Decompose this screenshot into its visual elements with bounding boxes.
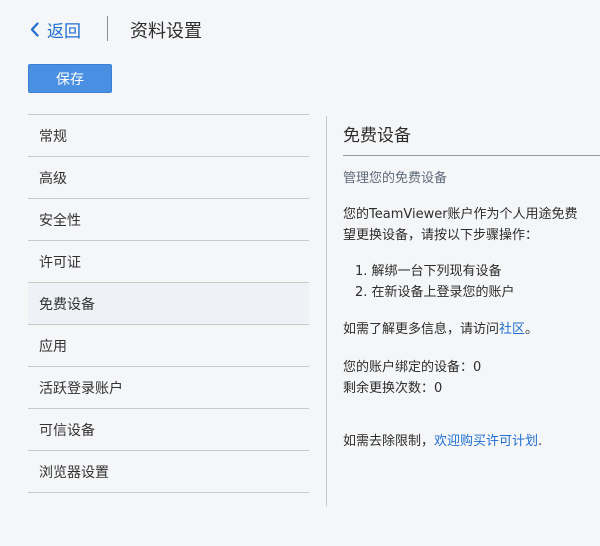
section-subheading: 管理您的免费设备: [343, 171, 448, 186]
section-title: 免费设备: [343, 126, 411, 146]
sidebar-item-advanced[interactable]: 高级: [28, 157, 309, 199]
intro-text: 您的TeamViewer账户作为个人用途免费 望更换设备，请按以下步骤操作：: [343, 204, 578, 246]
intro-line-2: 望更换设备，请按以下步骤操作：: [343, 228, 539, 243]
steps-list: 1. 解绑一台下列现有设备 2. 在新设备上登录您的账户: [355, 261, 515, 303]
sidebar-item-security[interactable]: 安全性: [28, 199, 309, 241]
limit-prefix: 如需去除限制，: [343, 434, 435, 449]
save-button[interactable]: 保存: [28, 64, 112, 93]
back-label: 返回: [47, 21, 81, 42]
panel-divider: [326, 116, 327, 506]
step-2: 2. 在新设备上登录您的账户: [355, 285, 515, 300]
limit-suffix: .: [538, 434, 543, 449]
sidebar-item-license[interactable]: 许可证: [28, 241, 309, 283]
community-link[interactable]: 社区: [499, 322, 525, 337]
step-1: 1. 解绑一台下列现有设备: [355, 264, 502, 279]
sidebar-item-apps[interactable]: 应用: [28, 325, 309, 367]
sidebar-item-free-devices[interactable]: 免费设备: [28, 283, 309, 325]
chevron-left-icon: [30, 21, 39, 37]
page-title: 资料设置: [130, 21, 202, 42]
more-info-prefix: 如需了解更多信息，请访问: [343, 322, 500, 337]
intro-line-1: 您的TeamViewer账户作为个人用途免费: [343, 207, 578, 222]
buy-license-link[interactable]: 欢迎购买许可计划: [434, 434, 538, 449]
limit-text: 如需去除限制，欢迎购买许可计划.: [343, 430, 542, 449]
sidebar-item-active-logins[interactable]: 活跃登录账户: [28, 367, 309, 409]
section-divider: [343, 155, 600, 156]
sidebar-item-general[interactable]: 常规: [28, 115, 309, 157]
back-button[interactable]: 返回: [30, 16, 81, 42]
header: 返回 资料设置: [0, 0, 600, 60]
header-divider: [107, 16, 108, 41]
more-info-text: 如需了解更多信息，请访问社区。: [343, 318, 538, 337]
sidebar-nav: 常规 高级 安全性 许可证 免费设备 应用 活跃登录账户 可信设备 浏览器设置: [28, 114, 309, 493]
device-counts: 您的账户绑定的设备：0 剩余更换次数：0: [343, 357, 481, 399]
sidebar-item-trusted-devices[interactable]: 可信设备: [28, 409, 309, 451]
more-info-suffix: 。: [525, 322, 539, 337]
sidebar-item-browser-settings[interactable]: 浏览器设置: [28, 451, 309, 493]
bound-devices-count: 您的账户绑定的设备：0: [343, 360, 482, 375]
remaining-swaps-count: 剩余更换次数：0: [343, 381, 443, 396]
